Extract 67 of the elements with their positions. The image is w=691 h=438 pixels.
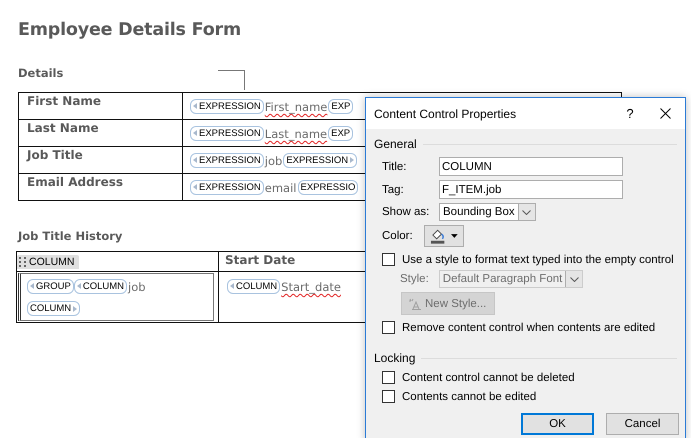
end-arrow-icon	[350, 157, 354, 163]
content-control-tag[interactable]: GROUP	[27, 278, 74, 294]
close-icon[interactable]	[660, 108, 671, 119]
group-label: General	[374, 137, 417, 151]
content-control-tag[interactable]: EXP	[328, 126, 354, 140]
placeholder-value: First_name	[264, 100, 328, 115]
checkbox[interactable]	[382, 371, 395, 384]
section-heading: Details	[18, 66, 64, 80]
dialog-button[interactable]: Cancel	[606, 413, 679, 435]
document-title: Employee Details Form	[18, 20, 242, 40]
start-arrow-icon	[230, 283, 234, 289]
checkbox-label[interactable]: Contents cannot be edited	[402, 390, 536, 402]
content-control-tag[interactable]: EXPRESSION	[190, 98, 264, 114]
column-handle[interactable]: COLUMN	[17, 255, 79, 269]
placeholder-value: job	[127, 280, 147, 295]
placeholder-value: Start_date	[280, 280, 342, 295]
color-button[interactable]	[424, 225, 464, 247]
field-label: Tag:	[382, 184, 405, 196]
corner-mark	[218, 70, 246, 90]
grip-icon[interactable]	[19, 257, 26, 267]
content-control-tag[interactable]: EXPRESSIO	[298, 180, 358, 194]
start-arrow-icon	[30, 283, 34, 289]
paint-bucket-icon	[430, 228, 446, 244]
checkbox[interactable]	[382, 253, 395, 266]
start-arrow-icon	[193, 157, 197, 163]
content-control-tag[interactable]: EXPRESSION	[190, 180, 264, 194]
field-label: First Name	[18, 92, 182, 120]
content-control-tag[interactable]: EXPRESSION	[190, 152, 264, 168]
checkbox[interactable]	[382, 390, 395, 403]
dialog-button[interactable]: OK	[521, 413, 594, 435]
section-heading: Job Title History	[18, 229, 122, 243]
checkbox-label[interactable]: Use a style to format text typed into the empty control	[402, 254, 674, 266]
checkbox-label[interactable]: Content control cannot be deleted	[402, 372, 575, 384]
field-label: Job Title	[18, 146, 182, 174]
caret-icon	[451, 234, 458, 238]
start-arrow-icon	[193, 130, 197, 136]
field-label: Email Address	[18, 174, 182, 200]
content-control-tag[interactable]: COLUMN	[227, 278, 280, 294]
content-control-tag[interactable]: EXP	[328, 98, 354, 114]
field-label: Last Name	[18, 120, 182, 146]
style-icon	[408, 298, 422, 310]
column-header: Start Date	[224, 252, 296, 267]
end-arrow-icon	[73, 306, 78, 312]
checkbox[interactable]	[382, 321, 395, 334]
content-control-tag[interactable]: EXPRESSION	[283, 152, 358, 168]
group-label: Locking	[374, 351, 416, 365]
field-label: Color:	[382, 230, 414, 242]
checkbox-label[interactable]: Remove content control when contents are edited	[402, 322, 656, 334]
dropdown[interactable]: Bounding Box	[439, 203, 536, 221]
content-control-tag[interactable]: EXPRESSION	[190, 126, 264, 140]
caret-icon	[570, 276, 579, 282]
start-arrow-icon	[193, 184, 197, 190]
placeholder-value: Last_name	[264, 127, 328, 142]
field-label: Show as:	[382, 206, 430, 218]
content-control-tag[interactable]: COLUMN	[27, 301, 80, 316]
start-arrow-icon	[76, 283, 81, 289]
help-button[interactable]: ?	[618, 105, 642, 122]
field-label: Title:	[382, 160, 408, 172]
field-label: Style:	[400, 273, 429, 285]
placeholder-value: job	[264, 154, 284, 169]
caret-icon	[522, 210, 532, 214]
dialog-title: Content Control Properties	[374, 106, 518, 120]
text-field[interactable]: COLUMN	[439, 157, 623, 176]
text-field[interactable]: F_ITEM.job	[439, 180, 623, 199]
start-arrow-icon	[193, 103, 197, 109]
placeholder-value: email	[264, 181, 298, 196]
content-control-tag[interactable]: COLUMN	[74, 278, 128, 294]
